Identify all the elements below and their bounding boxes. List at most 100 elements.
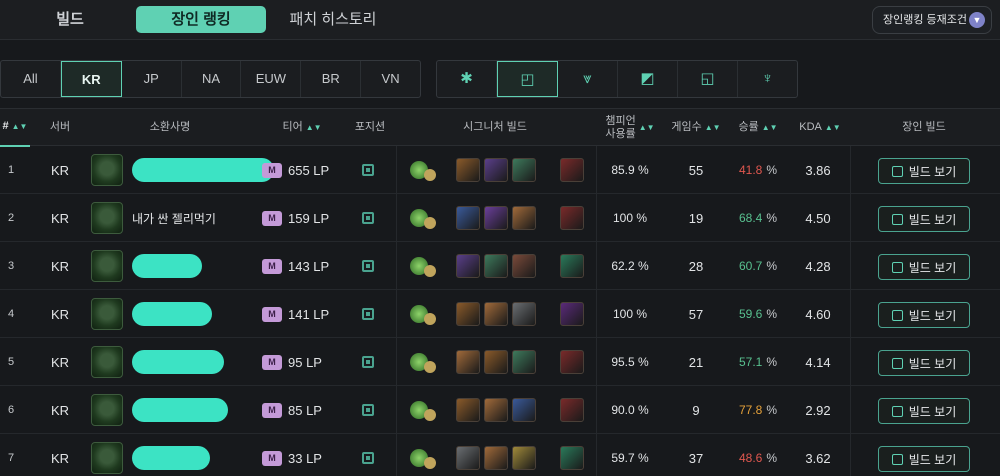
winrate-percent-sign: % xyxy=(766,355,778,369)
lp-value: 95 LP xyxy=(288,354,322,370)
region-jp[interactable]: JP xyxy=(122,61,182,97)
sort-icon: ▲▼ xyxy=(11,122,28,132)
all-position-icon[interactable]: ✱ xyxy=(437,61,497,97)
region-kr[interactable]: KR xyxy=(60,61,122,97)
summoner-name[interactable]: 내가 싼 젤리먹기 xyxy=(132,194,262,242)
master-tier-badge: M xyxy=(262,162,282,178)
tier-cell: M 143 LP xyxy=(262,242,342,290)
column-signature-build: 시그니처 빌드 xyxy=(463,121,527,134)
winrate-value: 57.1 % xyxy=(728,338,788,386)
column-tier-label: 티어 xyxy=(282,121,303,134)
summoner-name[interactable] xyxy=(132,434,262,476)
view-build-button[interactable]: 빌드 보기 xyxy=(878,158,970,184)
item-icon xyxy=(512,350,536,374)
master-tier-badge: M xyxy=(262,258,282,274)
champion-usage-value: 100 % xyxy=(612,307,648,321)
tab-master-ranking[interactable]: 장인 랭킹 xyxy=(136,6,266,33)
view-build-button[interactable]: 빌드 보기 xyxy=(878,398,970,424)
table-row: 5 KR M 95 LP 95.5 % 21 57.1 % 4.14 빌드 보기 xyxy=(0,338,1000,386)
item-build xyxy=(456,194,546,242)
build-icon xyxy=(891,261,903,273)
item-icon xyxy=(512,446,536,470)
champion-avatar xyxy=(91,346,123,378)
tab-patch-history[interactable]: 패치 히스토리 xyxy=(278,6,388,33)
view-build-label: 빌드 보기 xyxy=(908,164,957,179)
build-icon xyxy=(891,357,903,369)
summoner-name-text: 내가 싼 젤리먹기 xyxy=(132,211,216,226)
item-icon xyxy=(456,254,480,278)
redaction-blur xyxy=(132,398,228,422)
sort-icon: ▲▼ xyxy=(704,123,721,133)
view-build-button[interactable]: 빌드 보기 xyxy=(878,302,970,328)
winrate-number: 60.7 xyxy=(738,259,763,273)
view-build-label: 빌드 보기 xyxy=(908,356,957,371)
view-build-label: 빌드 보기 xyxy=(908,452,957,467)
view-build-button[interactable]: 빌드 보기 xyxy=(878,350,970,376)
build-icon xyxy=(891,213,903,225)
tier-cell: M 95 LP xyxy=(262,338,342,386)
server-label: KR xyxy=(50,306,70,322)
lp-value: 33 LP xyxy=(288,450,322,466)
item-icon xyxy=(512,254,536,278)
champion-usage-value: 59.7 % xyxy=(611,451,649,465)
boots-icon xyxy=(560,338,584,386)
server-label: KR xyxy=(50,162,70,178)
region-na[interactable]: NA xyxy=(182,61,242,97)
top-icon[interactable]: ⩔ xyxy=(558,61,618,97)
summoner-name[interactable] xyxy=(132,290,262,338)
item-build xyxy=(456,242,546,290)
region-br[interactable]: BR xyxy=(301,61,362,97)
lp-value: 85 LP xyxy=(288,402,322,418)
table-row: 4 KR M 141 LP 100 % 57 59.6 % 4.60 빌드 보기 xyxy=(0,290,1000,338)
tab-build[interactable]: 빌드 xyxy=(40,6,100,33)
summoner-name[interactable] xyxy=(132,146,274,194)
winrate-number: 48.6 xyxy=(738,451,763,465)
column-tier[interactable]: 티어 ▲▼ xyxy=(262,109,342,147)
summoner-name[interactable] xyxy=(132,338,262,386)
jungle-icon xyxy=(362,242,378,290)
lp-value: 655 LP xyxy=(288,162,330,178)
mid-icon[interactable]: ◩ xyxy=(618,61,678,97)
summoner-name[interactable] xyxy=(132,386,262,434)
master-tier-badge: M xyxy=(262,402,282,418)
kda-value: 3.62 xyxy=(805,450,831,466)
view-build-button[interactable]: 빌드 보기 xyxy=(878,206,970,232)
jungle-icon xyxy=(362,434,378,476)
position-filter: ✱ ◰ ⩔ ◩ ◱ ♆ xyxy=(436,60,798,98)
rune-icon xyxy=(410,434,442,476)
item-icon xyxy=(484,302,508,326)
column-champion-usage[interactable]: 챔피언 사용률 ▲▼ xyxy=(600,109,660,147)
view-build-button[interactable]: 빌드 보기 xyxy=(878,446,970,472)
summoner-name[interactable] xyxy=(132,242,262,290)
ranking-criteria-button[interactable]: 장인랭킹 등재조건 ▼ xyxy=(872,6,992,34)
jungle-icon xyxy=(362,194,378,242)
item-icon xyxy=(484,446,508,470)
column-kda[interactable]: KDA ▲▼ xyxy=(790,109,850,147)
item-icon xyxy=(512,398,536,422)
rank-number: 4 xyxy=(8,308,15,320)
server-label: KR xyxy=(50,354,70,370)
item-icon xyxy=(484,254,508,278)
winrate-value: 41.8 % xyxy=(728,146,788,194)
rank-number: 2 xyxy=(8,212,15,224)
column-rank[interactable]: # ▲▼ xyxy=(0,109,30,147)
region-all[interactable]: All xyxy=(1,61,61,97)
column-rank-label: # xyxy=(2,120,9,133)
item-icon xyxy=(512,206,536,230)
column-winrate[interactable]: 승률 ▲▼ xyxy=(728,109,788,147)
bottom-icon[interactable]: ◱ xyxy=(678,61,738,97)
sort-icon: ▲▼ xyxy=(638,123,655,133)
region-vn[interactable]: VN xyxy=(361,61,420,97)
column-games[interactable]: 게임수 ▲▼ xyxy=(666,109,726,147)
rune-icon xyxy=(410,290,442,338)
support-icon[interactable]: ♆ xyxy=(738,61,797,97)
winrate-value: 68.4 % xyxy=(728,194,788,242)
region-euw[interactable]: EUW xyxy=(241,61,302,97)
master-tier-badge: M xyxy=(262,354,282,370)
jungle-icon[interactable]: ◰ xyxy=(497,61,558,97)
view-build-button[interactable]: 빌드 보기 xyxy=(878,254,970,280)
boots-icon xyxy=(560,386,584,434)
item-icon xyxy=(456,158,480,182)
games-value: 21 xyxy=(688,354,704,370)
item-icon xyxy=(484,206,508,230)
